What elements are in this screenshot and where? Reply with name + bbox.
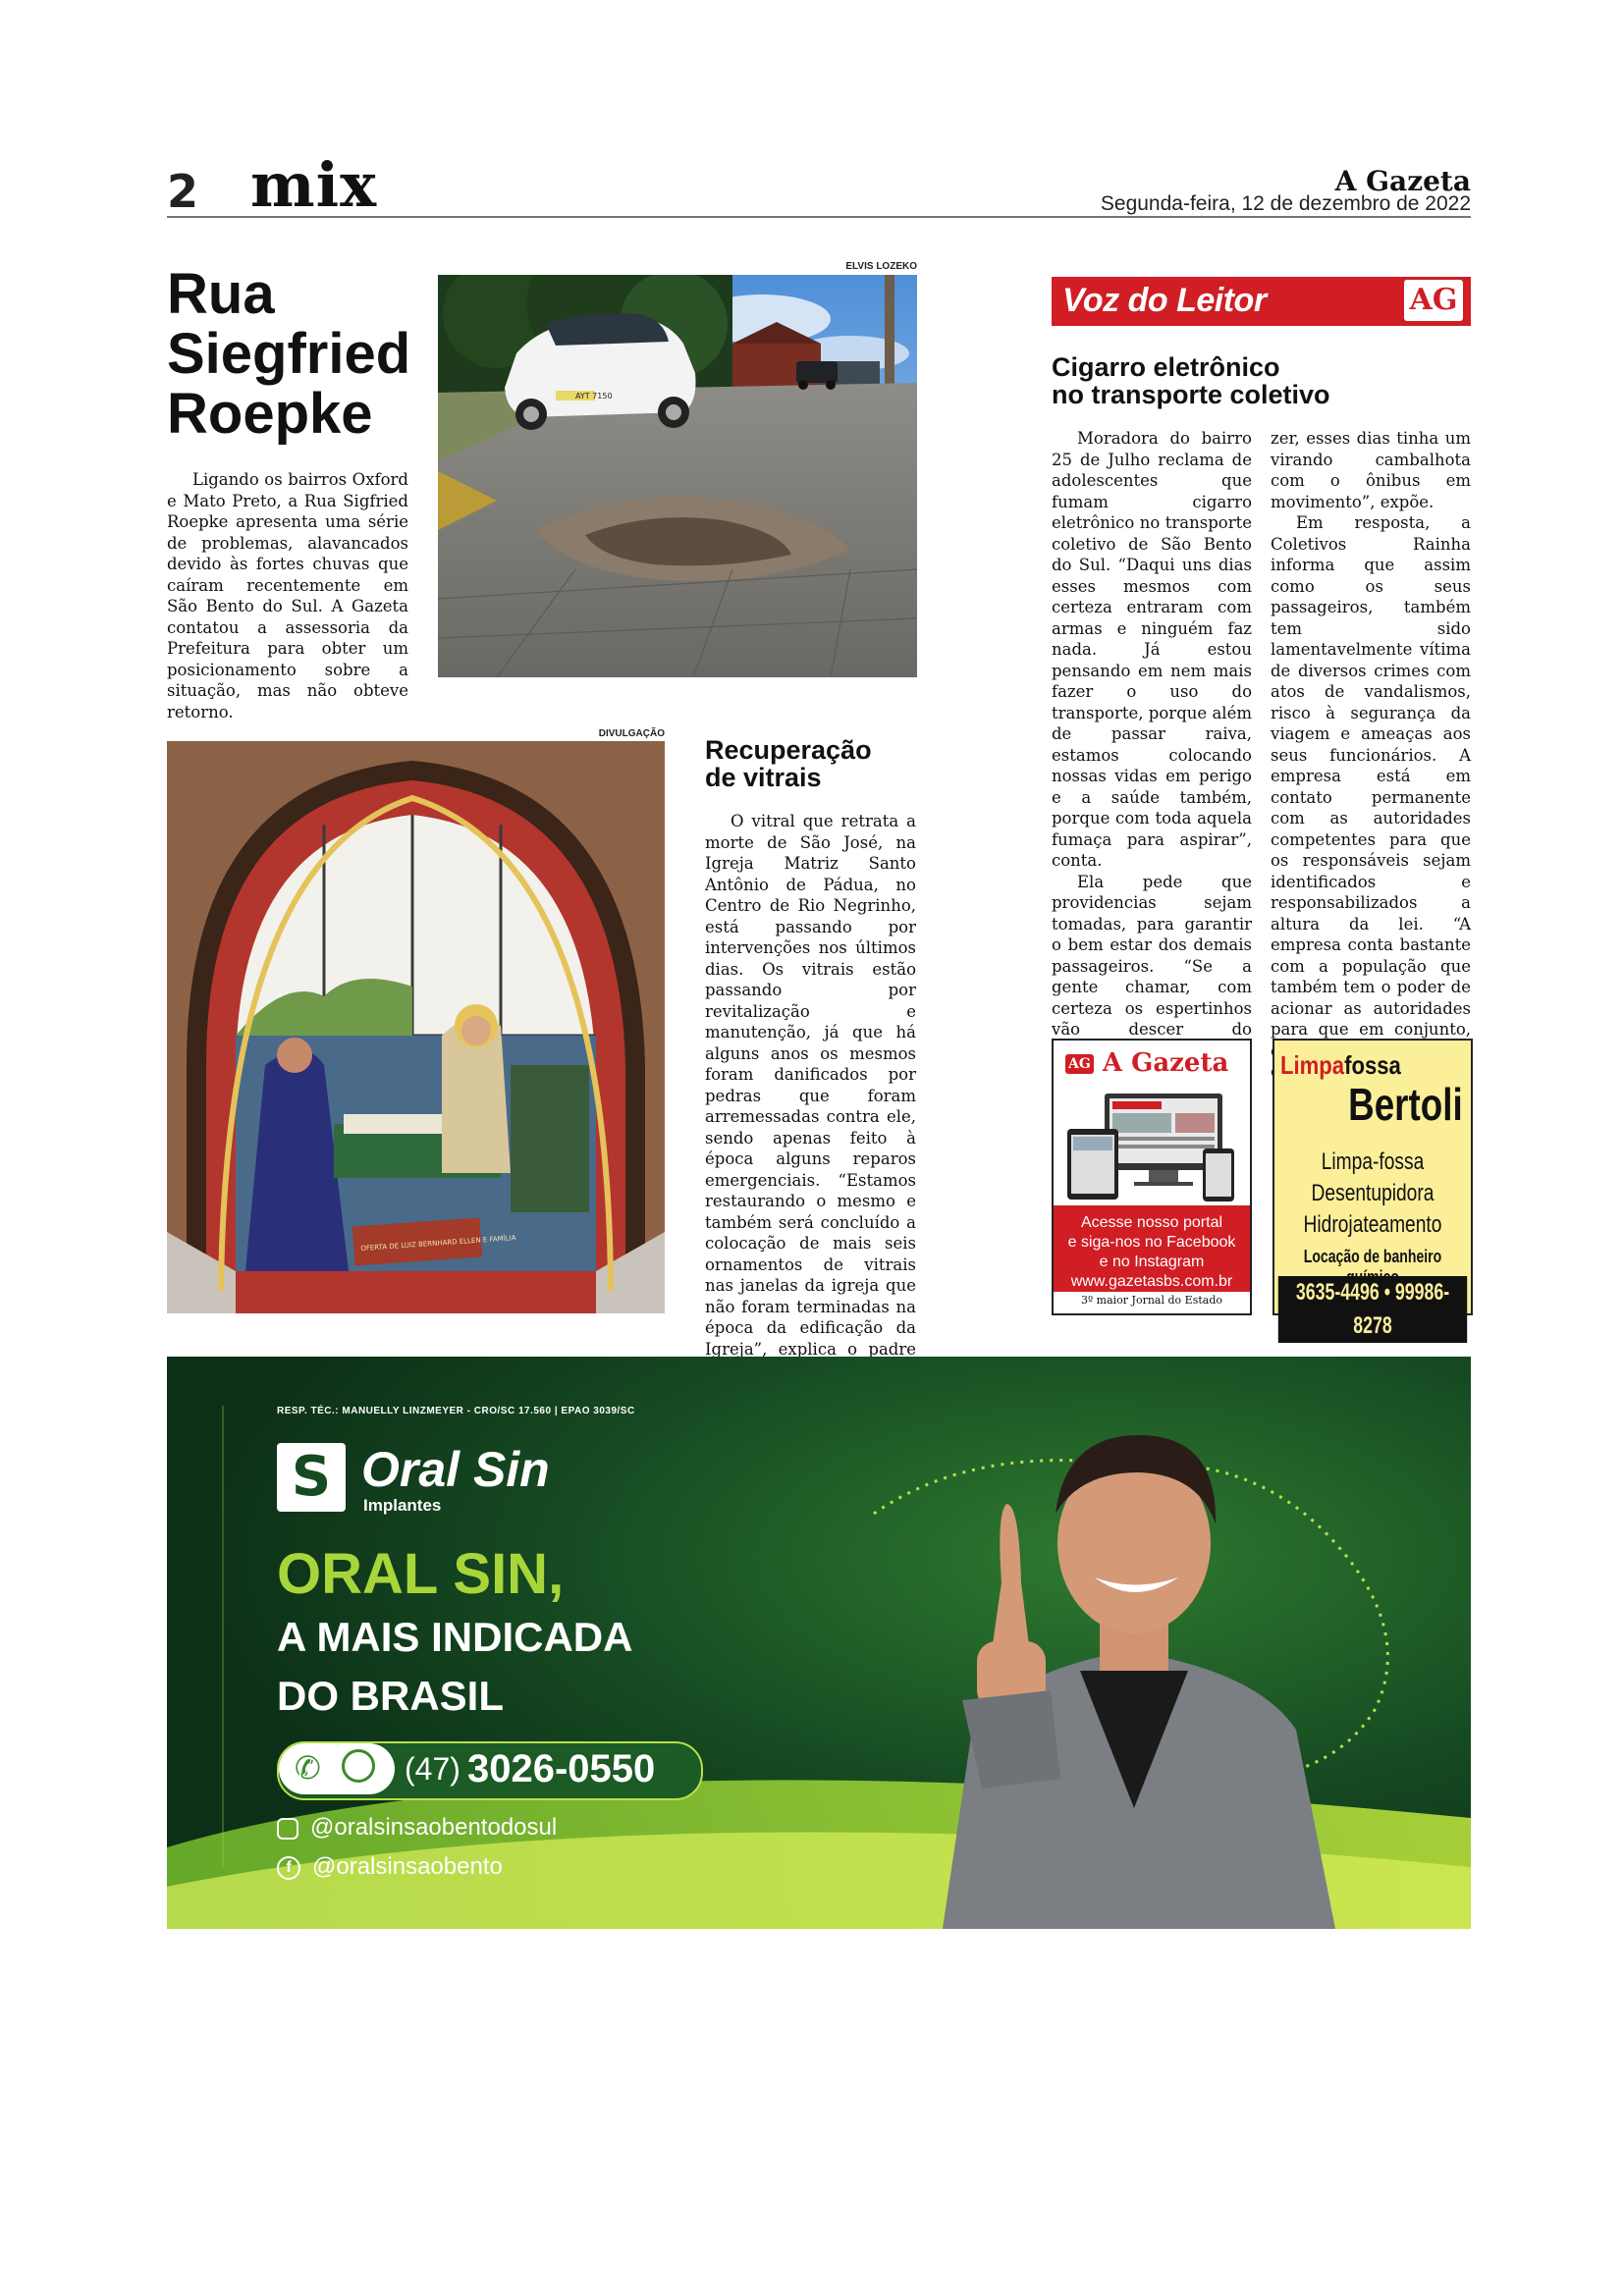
voz-column-2: zer, esses dias tinha um virando cambalh… (1271, 428, 1471, 1083)
oral-phone: 3026-0550 (467, 1747, 656, 1790)
oral-phone-icon-box: ✆ (279, 1743, 395, 1794)
header-rule (167, 216, 1471, 218)
oral-headline-2: A MAIS INDICADA (277, 1614, 633, 1660)
bertoli-brand: Limpafossa (1280, 1050, 1401, 1080)
article1-paragraph: Ligando os bairros Oxford e Mato Preto, … (167, 470, 408, 721)
bertoli-ad: Limpafossa Bertoli Limpa-fossa Desentupi… (1272, 1039, 1473, 1343)
cta-line: e no Instagram (1099, 1254, 1205, 1270)
photo-credit: DIVULGAÇÃO (598, 728, 665, 739)
voz-paragraph: Moradora do bairro 25 de Julho reclama d… (1052, 429, 1252, 870)
article1-title: Rua Siegfried Roepke (167, 262, 432, 446)
oral-headline-1: ORAL SIN, (277, 1542, 565, 1606)
section-title: mix (250, 149, 378, 221)
title-line: Cigarro eletrônico (1052, 352, 1280, 382)
phone-icon: ✆ (295, 1749, 321, 1787)
title-line: no transporte coletivo (1052, 380, 1330, 410)
title-line: Roepke (167, 381, 373, 446)
title-line: Rua (167, 262, 275, 326)
oral-sin-s-icon: S (277, 1443, 346, 1512)
title-line: de vitrais (705, 763, 822, 793)
cta-line: e siga-nos no Facebook (1067, 1234, 1236, 1251)
stained-glass-photo: OFERTA DE LUIZ BERNHARD ELLEN E FAMÍLIA (167, 741, 665, 1313)
gazeta-ad-cta: Acesse nosso portal e siga-nos no Facebo… (1054, 1205, 1250, 1292)
oral-ddd: (47) (405, 1751, 460, 1787)
oral-sin-ad: RESP. TÉC.: MANUELLY LINZMEYER - CRO/SC … (167, 1357, 1471, 1929)
service-line: Hidrojateamento (1303, 1211, 1442, 1238)
instagram-icon (277, 1817, 298, 1840)
oral-facebook[interactable]: f @oralsinsaobento (277, 1853, 503, 1881)
banner-label: Voz do Leitor (1062, 282, 1267, 319)
pothole-photo: AYT 7150 (438, 275, 917, 677)
gazeta-ad-footer: 3º maior Jornal do Estado (1081, 1294, 1222, 1307)
voz-title: Cigarro eletrônico no transporte coletiv… (1052, 353, 1471, 409)
facebook-icon: f (277, 1855, 300, 1880)
whatsapp-icon (342, 1749, 375, 1783)
portal-url: www.gazetasbs.com.br (1070, 1273, 1233, 1290)
oral-instagram[interactable]: @oralsinsaobentodosul (277, 1814, 557, 1842)
article2-body: O vitral que retrata a morte de São José… (705, 811, 916, 1402)
article2-paragraph: O vitral que retrata a morte de São José… (705, 812, 916, 1401)
bertoli-phones: 3635-4496 • 99986-8278 (1277, 1276, 1468, 1343)
oral-sin-sub: Implantes (363, 1496, 442, 1515)
voz-paragraph: Em resposta, a Coletivos Rainha informa … (1271, 513, 1471, 1081)
ag-badge-icon: AG (1065, 1054, 1094, 1074)
oral-resp-tecnico: RESP. TÉC.: MANUELLY LINZMEYER - CRO/SC … (277, 1406, 635, 1416)
service-line: Limpa-fossa (1321, 1148, 1425, 1175)
issue-date: Segunda-feira, 12 de dezembro de 2022 (1100, 192, 1471, 215)
voz-paragraph: zer, esses dias tinha um virando cambalh… (1271, 429, 1471, 511)
page-number: 2 (167, 165, 199, 218)
service-line: Desentupidora (1311, 1180, 1435, 1206)
title-line: Recuperação (705, 735, 872, 765)
gazeta-ad-logo: AG A Gazeta (1065, 1048, 1228, 1078)
oral-headline-3: DO BRASIL (277, 1673, 504, 1719)
cta-line: Acesse nosso portal (1080, 1214, 1223, 1231)
title-line: Siegfried (167, 321, 411, 386)
gazeta-ad-name: A Gazeta (1102, 1048, 1229, 1078)
license-plate: AYT 7150 (575, 392, 613, 400)
voz-column-1: Moradora do bairro 25 de Julho reclama d… (1052, 428, 1252, 1083)
ag-logo: AG (1404, 280, 1463, 321)
bertoli-services: Limpa-fossa Desentupidora Hidrojateament… (1274, 1147, 1471, 1241)
article2-title: Recuperação de vitrais (705, 736, 921, 792)
bertoli-name: Bertoli (1348, 1079, 1463, 1130)
photo-credit: ELVIS LOZEKO (845, 261, 917, 272)
oral-sin-brand: Oral Sin (361, 1442, 550, 1497)
devices-illustration (1065, 1090, 1238, 1205)
oral-phone-pill[interactable]: ✆ (47) 3026-0550 (277, 1741, 703, 1800)
gazeta-ad: AG A Gazeta Acesse nosso portal e siga-n… (1052, 1039, 1252, 1315)
article1-body: Ligando os bairros Oxford e Mato Preto, … (167, 469, 408, 722)
